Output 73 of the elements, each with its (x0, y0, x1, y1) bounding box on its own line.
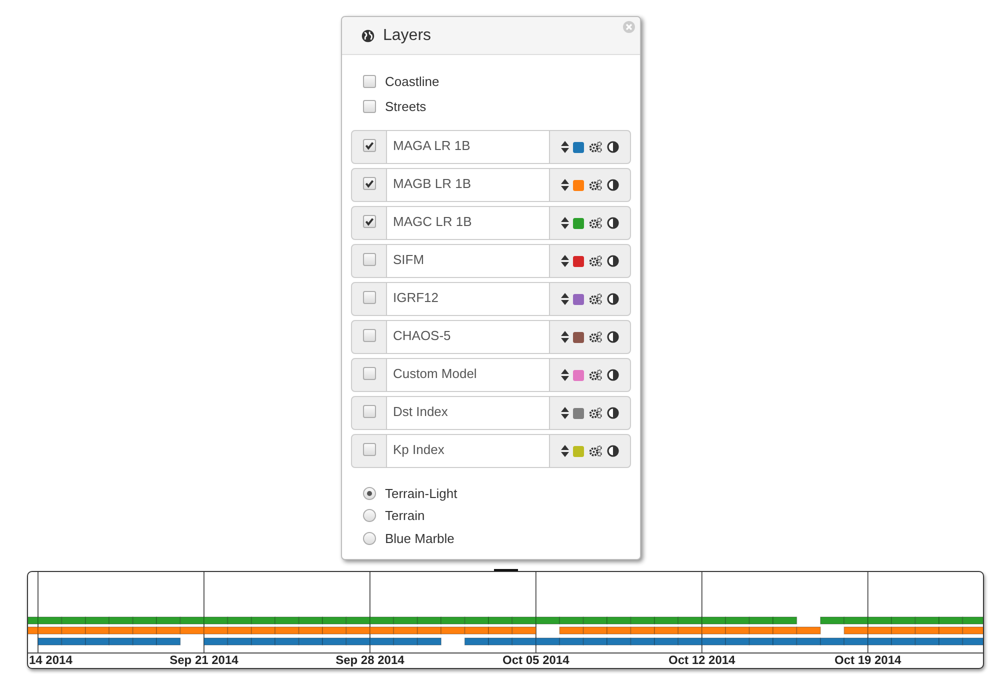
panel-title: Layers (383, 26, 432, 44)
contrast-icon[interactable] (607, 255, 619, 267)
layer-name-field[interactable]: MAGA LR 1B (387, 130, 549, 164)
checkbox[interactable] (362, 367, 376, 380)
layer-name-field[interactable]: Kp Index (387, 434, 549, 468)
date-tick-label: Sep 28 2014 (336, 653, 404, 667)
date-tick-label: Oct 19 2014 (834, 653, 902, 667)
base-map-label: Terrain-Light (385, 486, 458, 501)
contrast-icon[interactable] (607, 179, 619, 191)
contrast-icon[interactable] (607, 369, 619, 381)
sort-icon[interactable] (561, 445, 569, 457)
checkbox[interactable] (362, 177, 376, 190)
checkbox[interactable] (363, 75, 376, 88)
contrast-icon[interactable] (607, 445, 619, 457)
date-tick-label: 14 2014 (29, 653, 72, 667)
radio-button[interactable] (363, 486, 376, 500)
layer-name-field[interactable]: IGRF12 (387, 282, 549, 316)
checkbox[interactable] (362, 443, 376, 456)
date-tick-label: Oct 05 2014 (502, 653, 570, 667)
layer-name-field[interactable]: Dst Index (387, 396, 549, 430)
gears-icon[interactable] (588, 293, 603, 305)
color-swatch[interactable] (573, 294, 584, 304)
base-map-label: Blue Marble (385, 530, 454, 546)
globe-icon (361, 28, 375, 42)
checkbox[interactable] (362, 405, 376, 418)
color-swatch[interactable] (573, 446, 584, 456)
gears-icon[interactable] (588, 407, 603, 419)
checkbox[interactable] (362, 215, 376, 228)
layer-name-field[interactable]: SIFM (387, 244, 549, 278)
gears-icon[interactable] (588, 369, 603, 381)
gears-icon[interactable] (588, 255, 603, 267)
date-tick-label: Oct 12 2014 (668, 653, 736, 667)
color-swatch[interactable] (573, 218, 584, 228)
contrast-icon[interactable] (607, 141, 619, 153)
gears-icon[interactable] (588, 217, 603, 229)
gears-icon[interactable] (588, 331, 603, 343)
sort-icon[interactable] (561, 369, 569, 381)
color-swatch[interactable] (573, 370, 584, 380)
contrast-icon[interactable] (607, 293, 619, 305)
color-swatch[interactable] (573, 180, 584, 190)
checkbox[interactable] (362, 139, 376, 152)
layer-name-field[interactable]: MAGB LR 1B (387, 168, 549, 202)
base-map-label: Terrain (385, 508, 425, 524)
radio-button[interactable] (363, 532, 376, 545)
checkbox[interactable] (362, 291, 376, 304)
checkbox[interactable] (363, 100, 376, 113)
sort-icon[interactable] (561, 141, 569, 153)
checkbox[interactable] (362, 253, 376, 266)
checkbox[interactable] (362, 329, 376, 342)
color-swatch[interactable] (573, 408, 584, 418)
sort-icon[interactable] (561, 331, 569, 343)
drag-handle[interactable] (494, 569, 518, 571)
sort-icon[interactable] (561, 179, 569, 191)
sort-icon[interactable] (561, 255, 569, 267)
overlay-label: Coastline (385, 74, 440, 89)
layer-name-field[interactable]: CHAOS-5 (387, 320, 549, 354)
color-swatch[interactable] (573, 332, 584, 342)
layer-name-field[interactable]: MAGC LR 1B (387, 206, 549, 240)
contrast-icon[interactable] (607, 331, 619, 343)
gears-icon[interactable] (588, 141, 603, 153)
contrast-icon[interactable] (607, 407, 619, 419)
color-swatch[interactable] (573, 256, 584, 266)
sort-icon[interactable] (561, 217, 569, 229)
date-tick-label: Sep 21 2014 (170, 653, 238, 667)
sort-icon[interactable] (561, 293, 569, 305)
radio-button[interactable] (363, 509, 376, 522)
color-swatch[interactable] (573, 142, 584, 152)
gears-icon[interactable] (588, 445, 603, 457)
gears-icon[interactable] (588, 179, 603, 191)
overlay-label: Streets (385, 99, 426, 114)
contrast-icon[interactable] (607, 217, 619, 229)
sort-icon[interactable] (561, 407, 569, 419)
layer-name-field[interactable]: Custom Model (387, 358, 549, 392)
